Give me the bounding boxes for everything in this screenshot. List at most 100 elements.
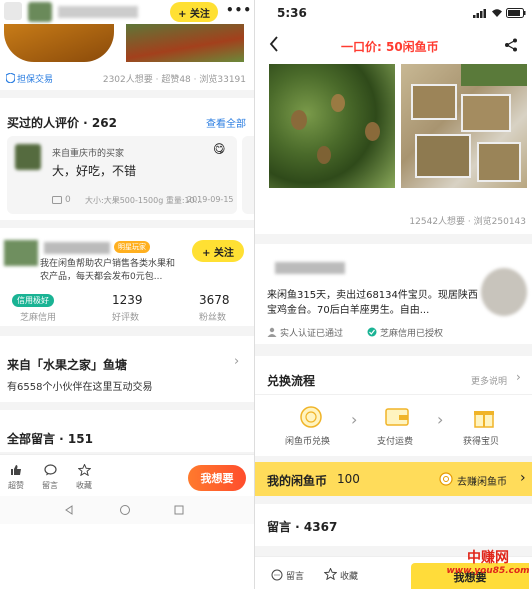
- pond-title: 来自「水果之家」鱼塘: [7, 358, 128, 372]
- my-coins-label: 我的闲鱼币: [267, 474, 328, 488]
- comment-button[interactable]: 留言: [40, 461, 60, 491]
- next-review-card: [242, 136, 254, 214]
- chevron-right-icon: ›: [520, 470, 526, 486]
- more-explain-link[interactable]: 更多说明: [471, 374, 507, 387]
- coin-exchange-icon: [300, 406, 322, 428]
- favorite-button[interactable]: 收藏: [340, 569, 358, 582]
- reviews-title: 买过的人评价 · 262: [7, 116, 117, 130]
- reviewer-avatar: [15, 144, 41, 170]
- wifi-icon: [492, 9, 502, 17]
- credit-label: 芝麻信用: [20, 313, 57, 323]
- comments-title: 全部留言 · 151: [7, 432, 93, 446]
- like-button[interactable]: 超赞: [6, 461, 26, 491]
- person-verified-icon: [267, 327, 277, 337]
- seller-section: 明星玩家 + 关注 我在闲鱼帮助农户销售各类水果和农产品，每天都会发布0元包..…: [0, 228, 254, 326]
- step-receive-label: 获得宝贝: [463, 437, 500, 447]
- exchange-section: 兑换流程 更多说明 › 闲鱼币兑换 › 支付运费 › 获得宝贝: [255, 356, 532, 456]
- chevron-right-icon: ›: [234, 354, 240, 369]
- step-arrow-icon: ›: [351, 410, 358, 429]
- back-icon[interactable]: [269, 36, 279, 52]
- good-label: 好评数: [112, 313, 140, 323]
- exchange-title: 兑换流程: [267, 374, 316, 388]
- review-meta: 大小:大果500-1500g 重量:10...: [85, 196, 203, 205]
- earn-coins-link[interactable]: 去赚闲鱼币: [457, 473, 507, 488]
- follow-button[interactable]: + 关注: [170, 2, 218, 22]
- review-date: 2019-09-15: [187, 195, 234, 204]
- product-image-2[interactable]: [126, 22, 244, 62]
- product-stats: 12542人想要 · 浏览250143: [409, 217, 526, 227]
- pond-section[interactable]: 来自「水果之家」鱼塘 › 有6558个小伙伴在这里互动交易: [0, 336, 254, 402]
- comment-icon: [52, 196, 62, 204]
- avatar[interactable]: [28, 2, 52, 22]
- seller-follow-button[interactable]: + 关注: [192, 240, 244, 262]
- kiwi-tree-photo[interactable]: [269, 64, 395, 188]
- seller-desc: 我在闲鱼帮助农户销售各类水果和农产品，每天都会发布0元包...: [40, 259, 176, 282]
- share-icon[interactable]: [504, 38, 518, 52]
- view-all-link[interactable]: 查看全部: [206, 115, 246, 130]
- comments-section: 全部留言 · 151: [0, 410, 254, 452]
- zhima-label: 芝麻信用已授权: [380, 329, 444, 339]
- back-icon[interactable]: [4, 2, 22, 20]
- comment-button[interactable]: 留言: [286, 569, 304, 582]
- right-screen: 5:36 一口价: 50闲鱼币 12542人想要 · 浏览250143 来闲鱼3…: [255, 0, 532, 589]
- nav-recents-icon[interactable]: [174, 505, 184, 515]
- product-image-1[interactable]: [4, 22, 114, 62]
- seller-name: [44, 242, 110, 254]
- left-screen: + 关注 ••• 担保交易 2302人想要 · 超赞48 · 浏览33191 买…: [0, 0, 254, 589]
- price-title: 一口价: 50闲鱼币: [341, 40, 439, 54]
- seller-name: [58, 6, 138, 18]
- product-image-strip: + 关注 •••: [0, 0, 254, 66]
- more-icon[interactable]: •••: [226, 3, 252, 17]
- status-bar: 5:36: [255, 0, 532, 26]
- review-text: 大，好吃，不错: [52, 164, 137, 178]
- system-nav-bar: [0, 496, 254, 524]
- verified-label: 实人认证已通过: [280, 329, 344, 339]
- guarantee-row: 担保交易 2302人想要 · 超赞48 · 浏览33191: [0, 66, 254, 90]
- star-badge: 明星玩家: [114, 241, 150, 253]
- want-button[interactable]: 我想要: [188, 465, 246, 491]
- credit-badge: 信用极好: [12, 294, 54, 307]
- kiwi-boxes-photo[interactable]: [401, 64, 527, 188]
- nav-home-icon[interactable]: [119, 504, 131, 516]
- product-photos: [255, 62, 532, 198]
- signal-icon: [473, 9, 486, 18]
- bottom-bar: 超赞 留言 收藏 我想要: [0, 454, 254, 496]
- product-stats: 2302人想要 · 超赞48 · 浏览33191: [102, 75, 246, 85]
- seller-section[interactable]: 来闲鱼315天，卖出过68134件宝贝。现居陕西宝鸡金台。70后白羊座男生。自由…: [255, 244, 532, 344]
- nav-bar: 一口价: 50闲鱼币: [255, 26, 532, 62]
- coin-bar[interactable]: 我的闲鱼币 100 去赚闲鱼币 ›: [255, 462, 532, 496]
- wallet-icon: [385, 408, 409, 426]
- fans-label: 粉丝数: [199, 313, 227, 323]
- review-card[interactable]: 来自重庆市的买家 😋 大，好吃，不错 0 大小:大果500-1500g 重量:1…: [7, 136, 237, 214]
- favorite-button[interactable]: 收藏: [74, 461, 94, 491]
- good-count: 1239: [112, 293, 143, 307]
- favorite-label: 收藏: [76, 481, 92, 490]
- status-time: 5:36: [277, 6, 307, 20]
- step-arrow-icon: ›: [437, 410, 444, 429]
- bottom-bar: 留言 收藏 我想要 中赚网 www.you85.com: [255, 551, 532, 589]
- seller-name: [275, 262, 345, 274]
- battery-icon: [506, 8, 526, 18]
- comments-section: 留言 · 4367: [255, 504, 532, 546]
- stats-row: 12542人想要 · 浏览250143: [255, 198, 532, 234]
- gift-icon: [474, 411, 494, 428]
- review-from: 来自重庆市的买家: [52, 149, 125, 159]
- guarantee-label[interactable]: 担保交易: [17, 72, 53, 85]
- nav-back-icon[interactable]: [64, 505, 74, 515]
- want-button[interactable]: 我想要: [411, 563, 529, 589]
- star-icon: [324, 568, 337, 580]
- coin-icon: [439, 472, 453, 486]
- shield-icon: [6, 73, 15, 83]
- zhima-icon: [367, 327, 377, 337]
- comment-label: 留言: [42, 481, 58, 490]
- speech-bubble-icon: [43, 464, 57, 476]
- like-label: 超赞: [8, 481, 24, 490]
- step-pay-label: 支付运费: [377, 437, 414, 447]
- star-icon: [76, 463, 92, 477]
- speech-bubble-icon: [271, 569, 283, 581]
- comments-title: 留言 · 4367: [267, 520, 338, 534]
- seller-avatar[interactable]: [4, 240, 38, 266]
- thumb-up-icon: [11, 465, 21, 475]
- chevron-right-icon[interactable]: ›: [516, 370, 521, 384]
- seller-avatar[interactable]: [481, 268, 527, 316]
